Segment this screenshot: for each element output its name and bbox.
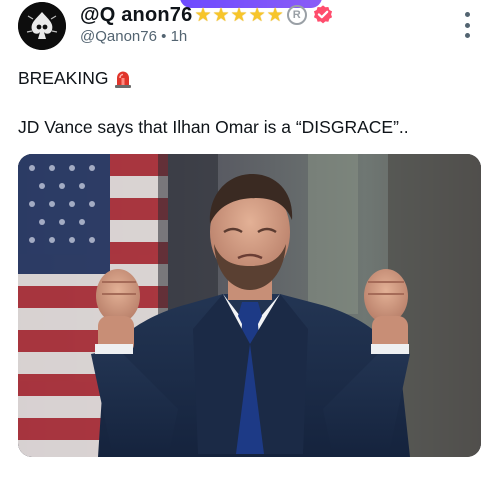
photo-illustration	[18, 154, 481, 457]
star-rating: ★ ★ ★ ★ ★	[194, 6, 284, 25]
siren-emoji-icon	[115, 71, 132, 88]
more-options-button[interactable]	[460, 12, 474, 38]
star-icon: ★	[266, 4, 284, 26]
post-timestamp[interactable]: 1h	[171, 28, 188, 45]
breaking-line: BREAKING	[18, 68, 132, 89]
star-icon: ★	[212, 4, 230, 26]
spade-skull-avatar-icon	[18, 2, 66, 50]
more-options-icon	[464, 12, 470, 17]
verified-badge-icon	[313, 5, 332, 24]
post-body-text: JD Vance says that Ilhan Omar is a “DISG…	[18, 117, 409, 137]
star-icon: ★	[248, 4, 266, 26]
post-media-photo[interactable]	[18, 154, 481, 457]
star-icon: ★	[230, 4, 248, 26]
author-handle-row: @Qanon76 • 1h	[80, 28, 187, 45]
star-icon: ★	[194, 4, 212, 26]
author-avatar[interactable]	[18, 2, 66, 50]
separator-dot: •	[161, 28, 167, 45]
author-display-name[interactable]: @Q anon76	[80, 4, 192, 27]
author-name-row: @Q anon76 ★ ★ ★ ★ ★ R	[80, 3, 334, 27]
author-handle[interactable]: @Qanon76	[80, 28, 157, 45]
breaking-label: BREAKING	[18, 68, 109, 88]
registered-icon: R	[286, 5, 307, 25]
